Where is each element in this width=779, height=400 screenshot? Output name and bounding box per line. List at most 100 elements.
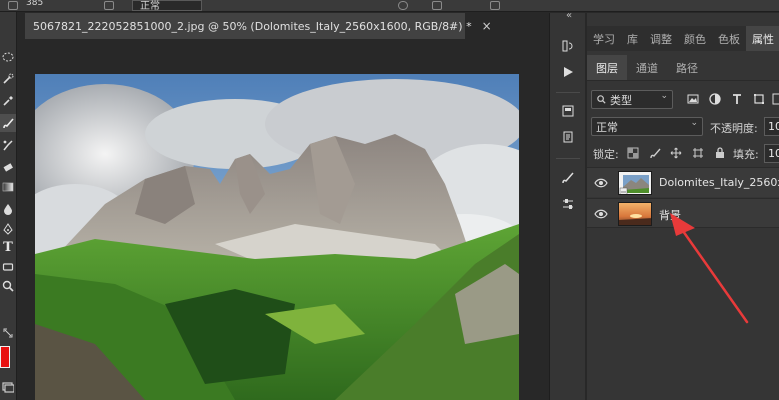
strip-divider <box>556 92 580 93</box>
clone-stamp-icon <box>3 140 13 151</box>
tab-properties[interactable]: 属性 <box>746 26 779 51</box>
lock-row: 锁定: 填充: 100% <box>587 143 779 165</box>
marquee-icon <box>2 52 14 62</box>
lock-artboard-icon[interactable] <box>691 146 705 160</box>
tab-learn[interactable]: 学习 <box>587 26 621 51</box>
size-value[interactable]: 385 <box>26 0 43 8</box>
type-tool[interactable]: T <box>0 238 16 256</box>
lock-all-icon[interactable] <box>713 146 727 160</box>
blend-mode-dropdown[interactable]: 正常 ⌄ <box>591 117 703 136</box>
tab-swatches[interactable]: 色板 <box>712 26 746 51</box>
adjustment-filter-icon[interactable] <box>708 92 722 106</box>
zoom-icon <box>2 280 14 292</box>
fill-value: 100% <box>768 147 779 160</box>
tab-adjustments[interactable]: 调整 <box>644 26 678 51</box>
collapsed-panel-strip: « <box>549 10 586 400</box>
pressure-icon[interactable] <box>432 1 442 10</box>
adjust-sliders-button[interactable] <box>559 195 577 213</box>
options-bar: 385 正常 <box>0 0 779 12</box>
filter-kind-label: 类型 <box>610 93 632 107</box>
fill-input[interactable]: 100% <box>764 144 779 163</box>
eraser-tool[interactable] <box>0 158 16 176</box>
shape-filter-icon[interactable] <box>752 92 766 106</box>
tab-color[interactable]: 颜色 <box>678 26 712 51</box>
quick-select-icon <box>3 73 14 84</box>
layer-filter-row: 类型 ⌄ <box>587 88 779 112</box>
clone-stamp-tool[interactable] <box>0 136 16 154</box>
brush-preset-icon[interactable] <box>8 1 18 10</box>
layer-thumbnail <box>618 171 652 195</box>
chevron-down-icon: ⌄ <box>690 118 698 128</box>
pen-tool[interactable] <box>0 220 16 238</box>
screen-mode-button[interactable] <box>0 378 16 396</box>
mode-value: 正常 <box>140 1 160 12</box>
mode-icon[interactable] <box>104 1 114 10</box>
gradient-tool[interactable] <box>0 178 16 196</box>
brush-settings-button[interactable] <box>559 169 577 187</box>
notes-icon <box>563 131 573 143</box>
opacity-value: 100% <box>768 120 779 133</box>
chevron-down-icon: ⌄ <box>660 91 668 101</box>
eyedropper-tool[interactable] <box>0 92 16 110</box>
layer-panel-tabs: 图层 通道 路径 <box>587 55 779 81</box>
layer-name: 背景 <box>659 209 681 222</box>
tools-panel: T <box>0 12 17 400</box>
fill-label: 填充: <box>733 148 759 161</box>
collapse-panels-button[interactable]: « <box>550 10 586 25</box>
libraries-icon <box>562 105 574 117</box>
opacity-label: 不透明度: <box>710 122 758 135</box>
zoom-tool[interactable] <box>0 277 16 295</box>
lock-position-icon[interactable] <box>669 146 683 160</box>
swap-colors-button[interactable] <box>0 324 16 342</box>
symmetry-icon[interactable] <box>490 1 500 10</box>
image-filter-icon[interactable] <box>686 92 700 106</box>
opacity-input[interactable]: 100% <box>764 117 779 136</box>
lock-image-pixels-icon[interactable] <box>648 146 662 160</box>
blur-icon <box>4 204 12 215</box>
quick-select-tool[interactable] <box>0 70 16 88</box>
libraries-button[interactable] <box>559 102 577 120</box>
right-panels: 学习 库 调整 颜色 色板 属性 图层 通道 路径 类型 ⌄ 正常 ⌄ 不透明度… <box>587 13 779 400</box>
sliders-icon <box>563 199 573 209</box>
filter-kind-dropdown[interactable]: 类型 ⌄ <box>591 90 673 109</box>
eye-icon[interactable] <box>594 207 608 221</box>
history-icon <box>562 40 573 52</box>
marquee-tool[interactable] <box>0 48 16 66</box>
close-icon[interactable]: × <box>482 19 492 33</box>
history-button[interactable] <box>559 37 577 55</box>
eraser-icon <box>3 163 13 172</box>
blend-row: 正常 ⌄ 不透明度: 100% <box>587 115 779 139</box>
pen-icon <box>3 223 13 235</box>
eye-icon[interactable] <box>594 176 608 190</box>
document-tab-bar: 5067821_222052851000_2.jpg @ 50% (Dolomi… <box>25 13 549 39</box>
tab-layers[interactable]: 图层 <box>587 55 627 80</box>
play-icon <box>564 67 573 77</box>
layer-thumbnail <box>618 202 652 226</box>
tab-paths[interactable]: 路径 <box>667 55 707 80</box>
strip-divider <box>556 158 580 159</box>
layer-row[interactable]: Dolomites_Italy_2560x1600 <box>587 167 779 197</box>
screen-mode-icon <box>2 382 14 393</box>
search-icon <box>597 95 606 104</box>
lock-transparent-pixels-icon[interactable] <box>626 146 640 160</box>
type-filter-icon[interactable] <box>730 92 744 106</box>
notes-button[interactable] <box>559 128 577 146</box>
brush-tool[interactable] <box>0 114 16 132</box>
brush-icon <box>3 118 14 129</box>
document-tab[interactable]: 5067821_222052851000_2.jpg @ 50% (Dolomi… <box>25 13 492 39</box>
double-chevron-left-icon: « <box>566 10 573 21</box>
blur-tool[interactable] <box>0 200 16 218</box>
airbrush-icon[interactable] <box>398 1 408 10</box>
dolomites-photo <box>35 74 519 400</box>
canvas-area[interactable] <box>25 40 549 400</box>
layer-row[interactable]: 背景 <box>587 198 779 228</box>
document-image[interactable] <box>35 74 519 400</box>
foreground-color-swatch[interactable] <box>0 346 10 368</box>
actions-play-button[interactable] <box>559 63 577 81</box>
smart-object-filter-icon[interactable] <box>771 92 779 106</box>
rectangle-shape-icon <box>2 263 14 271</box>
document-title: 5067821_222052851000_2.jpg @ 50% (Dolomi… <box>33 19 472 33</box>
shape-tool[interactable] <box>0 258 16 276</box>
tab-libraries[interactable]: 库 <box>621 26 644 51</box>
tab-channels[interactable]: 通道 <box>627 55 667 80</box>
